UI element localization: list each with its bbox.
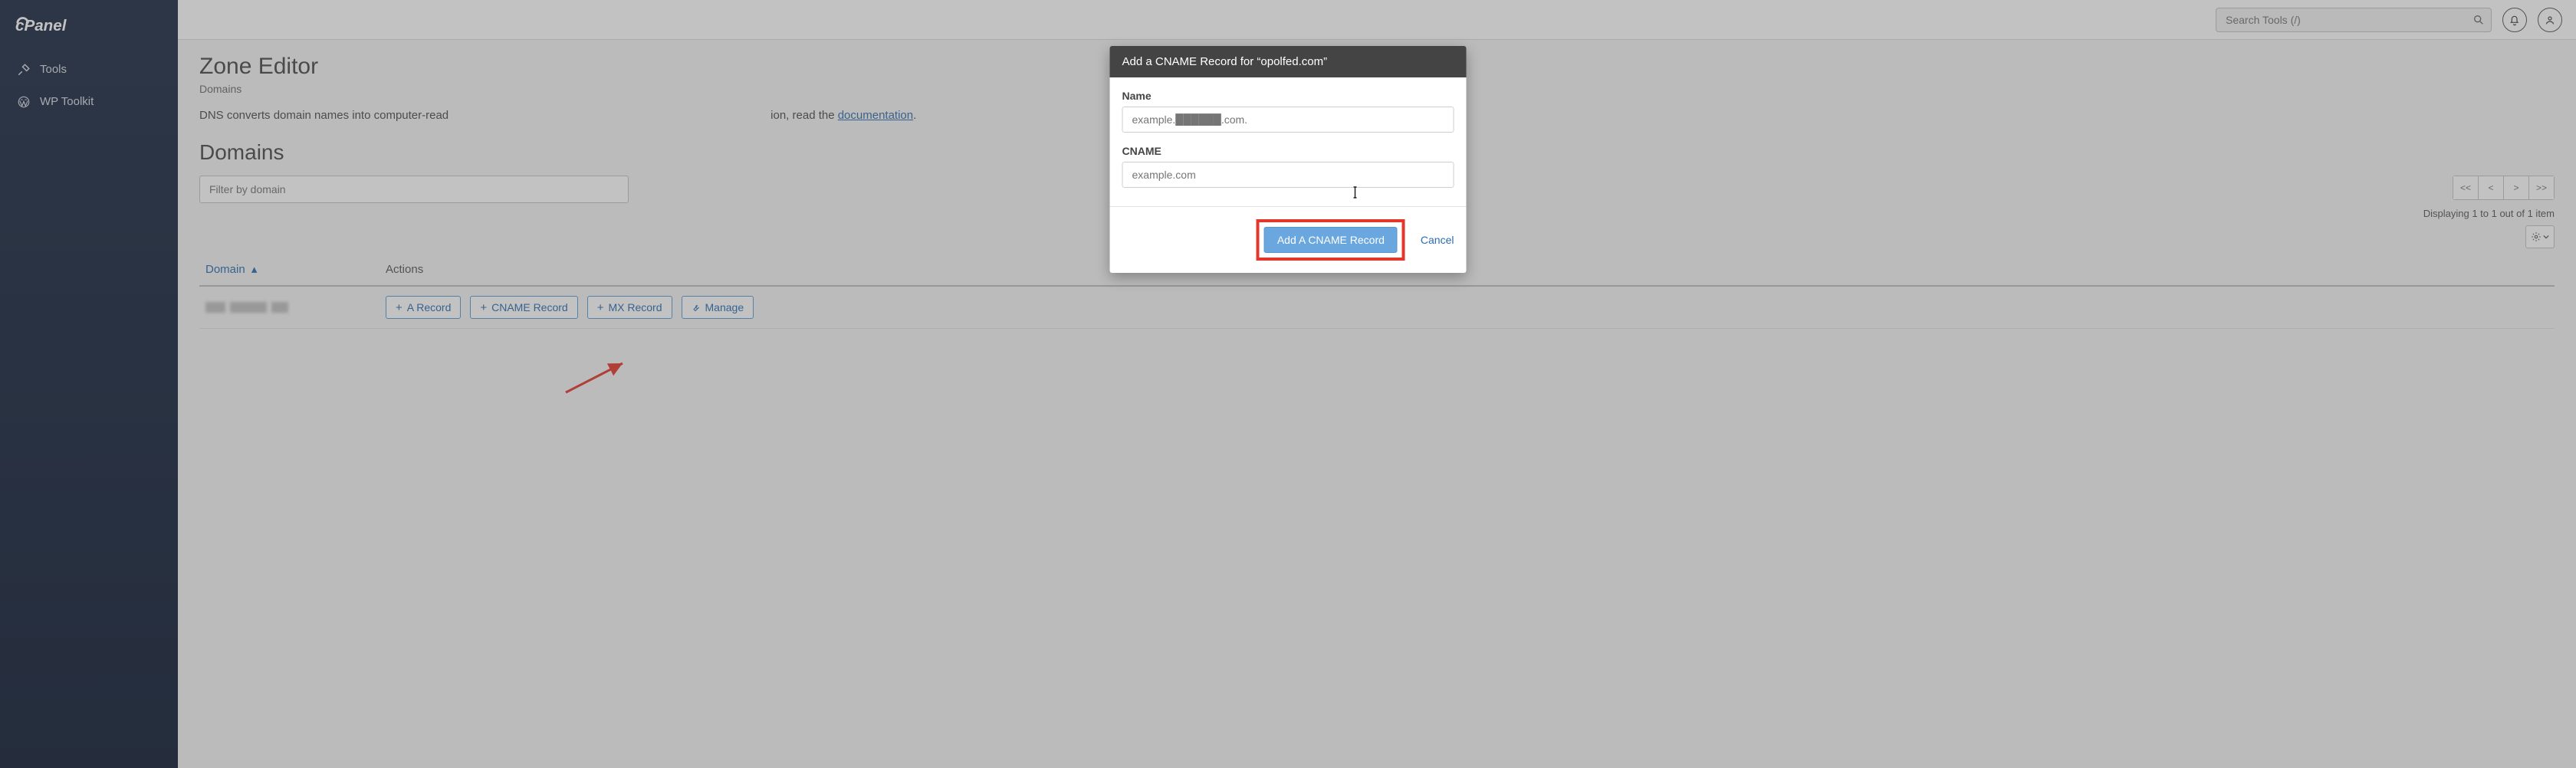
column-header-actions: Actions <box>380 253 2555 286</box>
chevron-down-icon <box>2543 234 2549 240</box>
btn-label: A Record <box>407 301 452 313</box>
search-button[interactable] <box>2466 8 2492 32</box>
wordpress-icon <box>17 95 31 109</box>
annotation-highlight: Add A CNAME Record <box>1257 219 1405 261</box>
add-cname-modal: Add a CNAME Record for “opolfed.com” Nam… <box>1110 46 1467 273</box>
desc-end: . <box>913 109 916 122</box>
name-input[interactable] <box>1122 107 1454 133</box>
topbar <box>178 0 2576 40</box>
desc-suffix: ion, read the <box>770 109 838 122</box>
sort-asc-icon: ▴ <box>251 263 258 276</box>
account-button[interactable] <box>2538 8 2562 32</box>
modal-footer: Add A CNAME Record Cancel <box>1110 206 1467 273</box>
actions-cell: + A Record + CNAME Record + MX Record <box>386 296 2548 319</box>
add-mx-record-button[interactable]: + MX Record <box>587 296 672 319</box>
table-row: + A Record + CNAME Record + MX Record <box>199 286 2555 329</box>
annotation-arrow <box>563 359 632 397</box>
pager-first[interactable]: << <box>2453 176 2479 200</box>
brand-logo: cPanel <box>0 8 178 54</box>
pager-next[interactable]: > <box>2503 176 2529 200</box>
sidebar: cPanel Tools WP Toolkit <box>0 0 178 768</box>
add-cname-submit-button[interactable]: Add A CNAME Record <box>1264 227 1398 253</box>
add-cname-record-button[interactable]: + CNAME Record <box>470 296 577 319</box>
name-field-label: Name <box>1122 90 1454 102</box>
cname-input[interactable] <box>1122 162 1454 188</box>
filter-input[interactable] <box>199 176 629 203</box>
documentation-link[interactable]: documentation <box>838 109 913 122</box>
text-cursor-icon <box>1352 185 1359 203</box>
sidebar-item-label: Tools <box>40 63 67 76</box>
col-domain-label: Domain <box>205 263 245 276</box>
search-input[interactable] <box>2216 8 2492 32</box>
column-header-domain[interactable]: Domain ▴ <box>205 263 257 276</box>
plus-icon: + <box>597 302 604 313</box>
cname-field-label: CNAME <box>1122 145 1454 157</box>
domain-cell <box>205 302 373 313</box>
pager-last[interactable]: >> <box>2528 176 2555 200</box>
wrench-icon <box>692 303 701 312</box>
modal-title: Add a CNAME Record for “opolfed.com” <box>1110 46 1467 77</box>
table-settings-button[interactable] <box>2525 225 2555 248</box>
plus-icon: + <box>396 302 402 313</box>
sidebar-item-tools[interactable]: Tools <box>0 54 178 86</box>
notifications-button[interactable] <box>2502 8 2527 32</box>
tools-icon <box>17 63 31 77</box>
btn-label: Manage <box>705 301 744 313</box>
pager: << < > >> <box>2453 176 2555 200</box>
btn-label: CNAME Record <box>491 301 568 313</box>
sidebar-item-label: WP Toolkit <box>40 95 94 108</box>
desc-prefix: DNS converts domain names into computer-… <box>199 109 449 122</box>
redacted-text <box>230 302 267 313</box>
cancel-link[interactable]: Cancel <box>1421 234 1454 246</box>
modal-body: Name CNAME <box>1110 77 1467 206</box>
svg-text:cPanel: cPanel <box>15 17 67 34</box>
add-a-record-button[interactable]: + A Record <box>386 296 461 319</box>
btn-label: MX Record <box>608 301 662 313</box>
plus-icon: + <box>480 302 487 313</box>
manage-button[interactable]: Manage <box>682 296 754 319</box>
bell-icon <box>2509 14 2521 26</box>
sidebar-item-wp-toolkit[interactable]: WP Toolkit <box>0 86 178 118</box>
search-wrap <box>2216 8 2492 32</box>
user-icon <box>2544 14 2556 26</box>
pager-column: << < > >> Displaying 1 to 1 out of 1 ite… <box>2423 176 2555 219</box>
redacted-text <box>271 302 288 313</box>
pager-prev[interactable]: < <box>2478 176 2504 200</box>
gear-icon <box>2531 231 2542 242</box>
display-info: Displaying 1 to 1 out of 1 item <box>2423 208 2555 219</box>
search-icon <box>2472 14 2485 26</box>
redacted-text <box>205 302 225 313</box>
